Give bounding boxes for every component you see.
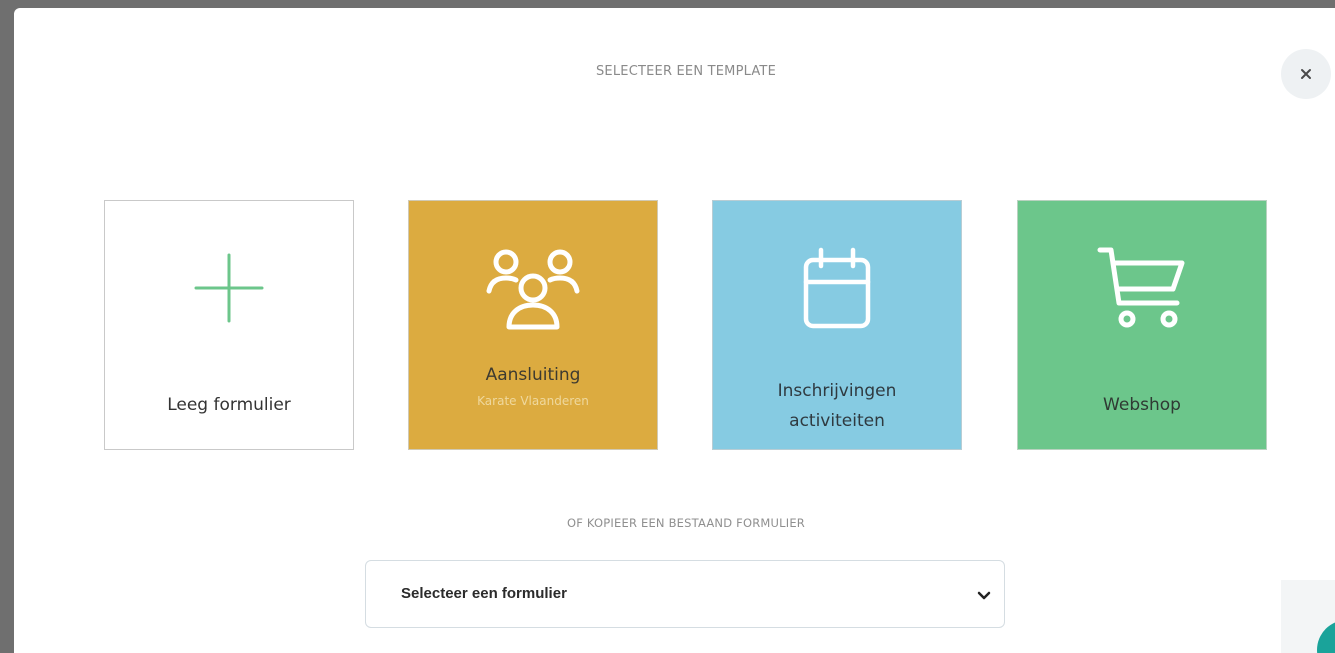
shopping-cart-icon xyxy=(1097,247,1185,328)
template-card-webshop[interactable]: Webshop xyxy=(1017,200,1267,450)
template-subtitle: Karate Vlaanderen xyxy=(477,394,589,408)
copy-form-select[interactable]: Selecteer een formulier xyxy=(365,560,1005,628)
plus-icon xyxy=(194,253,264,323)
close-icon xyxy=(1301,69,1311,79)
template-modal: SELECTEER EEN TEMPLATE Leeg formulier Aa… xyxy=(14,8,1335,653)
users-icon xyxy=(486,249,580,330)
template-card-registrations[interactable]: Inschrijvingen activiteiten xyxy=(712,200,962,450)
template-label: Leeg formulier xyxy=(167,395,291,415)
select-value: Selecteer een formulier xyxy=(401,585,567,602)
template-card-affiliation[interactable]: Aansluiting Karate Vlaanderen xyxy=(408,200,658,450)
close-button[interactable] xyxy=(1281,49,1331,99)
calendar-icon xyxy=(803,247,871,329)
modal-title: SELECTEER EEN TEMPLATE xyxy=(595,64,776,79)
chat-widget[interactable] xyxy=(1281,580,1335,653)
copy-section-title: OF KOPIEER EEN BESTAAND FORMULIER xyxy=(567,516,805,530)
chat-bubble-icon[interactable] xyxy=(1317,620,1335,653)
template-card-blank[interactable]: Leeg formulier xyxy=(104,200,354,450)
template-label: Inschrijvingen activiteiten xyxy=(777,381,897,431)
template-label: Webshop xyxy=(1103,395,1181,415)
template-label: Aansluiting xyxy=(485,365,581,385)
chevron-down-icon xyxy=(977,591,991,600)
